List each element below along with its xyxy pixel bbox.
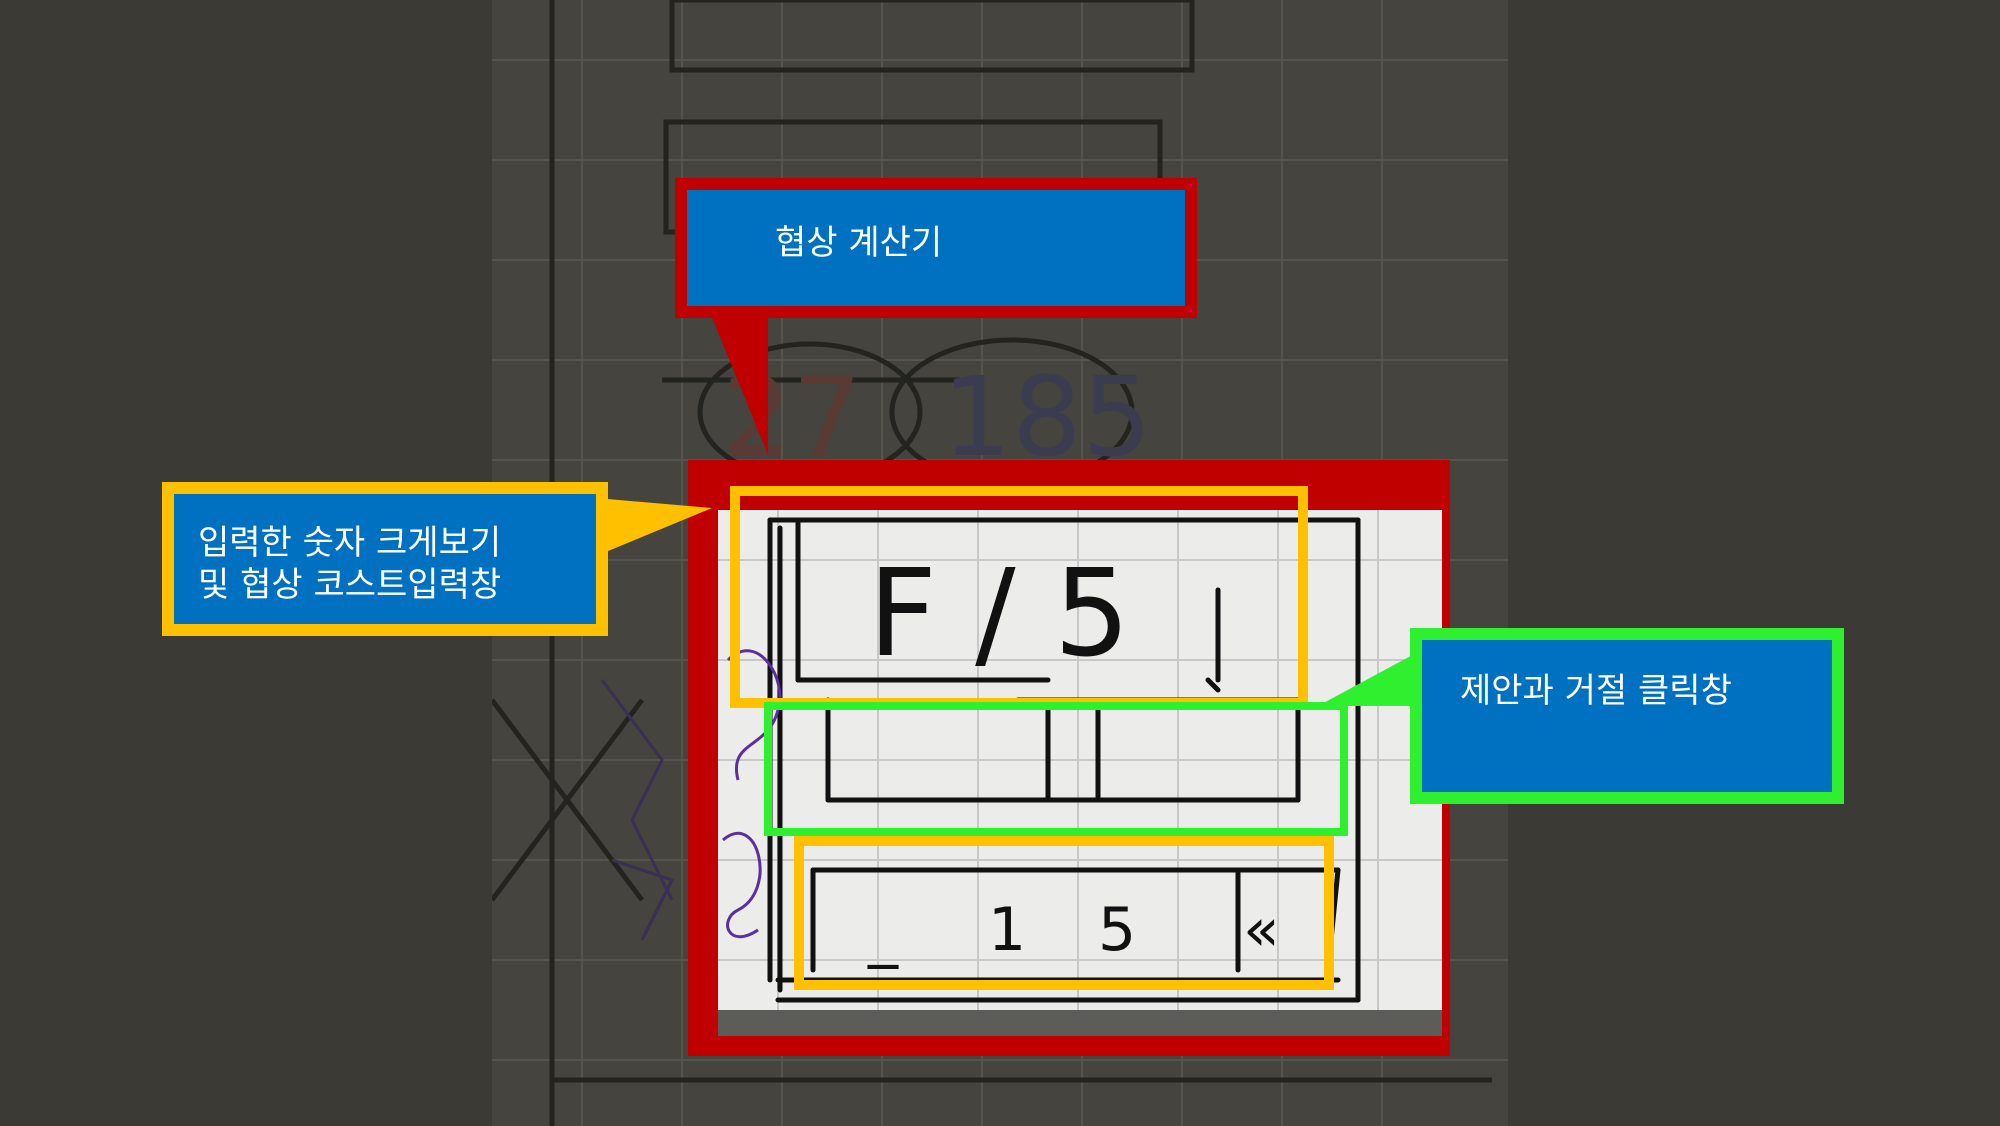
title-callout: 협상 계산기 <box>675 178 1197 318</box>
accept-reject-callout-text: 제안과 거절 클릭창 <box>1460 671 1732 711</box>
display-input-highlight <box>730 486 1308 708</box>
accept-reject-highlight <box>764 702 1348 836</box>
display-input-callout: 입력한 숫자 크게보기 및 협상 코스트입력창 <box>162 482 608 636</box>
display-input-callout-text: 입력한 숫자 크게보기 및 협상 코스트입력창 <box>198 523 502 605</box>
accept-reject-callout: 제안과 거절 클릭창 <box>1410 628 1844 804</box>
title-callout-text: 협상 계산기 <box>775 223 943 263</box>
keypad-highlight <box>794 836 1334 990</box>
